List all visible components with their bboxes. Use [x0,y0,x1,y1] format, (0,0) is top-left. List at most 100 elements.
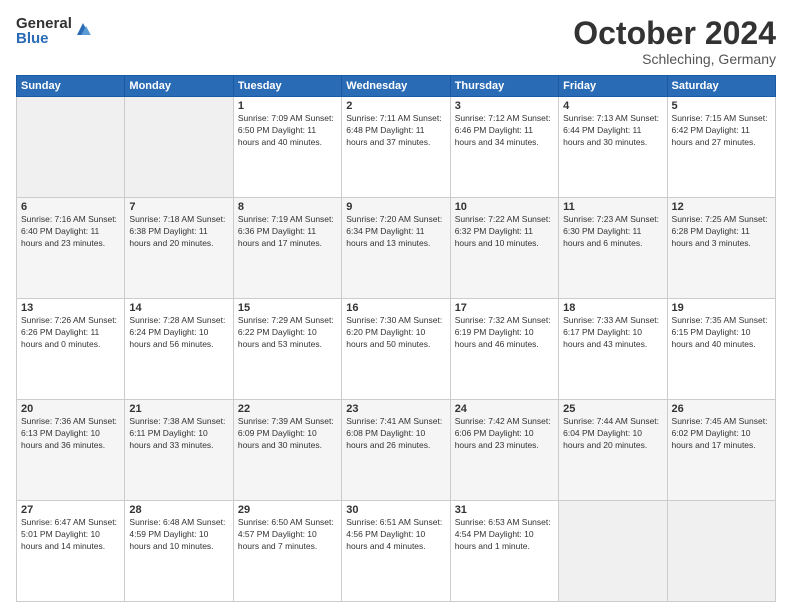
table-row: 7Sunrise: 7:18 AM Sunset: 6:38 PM Daylig… [125,198,233,299]
day-number: 21 [129,403,228,415]
table-row: 14Sunrise: 7:28 AM Sunset: 6:24 PM Dayli… [125,299,233,400]
table-row: 15Sunrise: 7:29 AM Sunset: 6:22 PM Dayli… [233,299,341,400]
col-saturday: Saturday [667,76,775,97]
day-number: 25 [563,403,662,415]
table-row: 12Sunrise: 7:25 AM Sunset: 6:28 PM Dayli… [667,198,775,299]
day-number: 2 [346,100,445,112]
day-number: 31 [455,504,554,516]
day-info: Sunrise: 7:33 AM Sunset: 6:17 PM Dayligh… [563,315,662,351]
table-row: 13Sunrise: 7:26 AM Sunset: 6:26 PM Dayli… [17,299,125,400]
day-number: 23 [346,403,445,415]
table-row: 4Sunrise: 7:13 AM Sunset: 6:44 PM Daylig… [559,97,667,198]
calendar-week-row: 27Sunrise: 6:47 AM Sunset: 5:01 PM Dayli… [17,501,776,602]
calendar-week-row: 6Sunrise: 7:16 AM Sunset: 6:40 PM Daylig… [17,198,776,299]
day-info: Sunrise: 6:48 AM Sunset: 4:59 PM Dayligh… [129,517,228,553]
day-number: 4 [563,100,662,112]
table-row: 27Sunrise: 6:47 AM Sunset: 5:01 PM Dayli… [17,501,125,602]
day-info: Sunrise: 6:50 AM Sunset: 4:57 PM Dayligh… [238,517,337,553]
page: General Blue October 2024 Schleching, Ge… [0,0,792,612]
col-tuesday: Tuesday [233,76,341,97]
col-wednesday: Wednesday [342,76,450,97]
table-row [17,97,125,198]
day-info: Sunrise: 6:47 AM Sunset: 5:01 PM Dayligh… [21,517,120,553]
calendar-week-row: 13Sunrise: 7:26 AM Sunset: 6:26 PM Dayli… [17,299,776,400]
day-info: Sunrise: 7:12 AM Sunset: 6:46 PM Dayligh… [455,113,554,149]
day-info: Sunrise: 7:45 AM Sunset: 6:02 PM Dayligh… [672,416,771,452]
table-row: 18Sunrise: 7:33 AM Sunset: 6:17 PM Dayli… [559,299,667,400]
month-title: October 2024 [573,16,776,51]
day-info: Sunrise: 6:51 AM Sunset: 4:56 PM Dayligh… [346,517,445,553]
day-number: 27 [21,504,120,516]
day-number: 24 [455,403,554,415]
day-info: Sunrise: 7:41 AM Sunset: 6:08 PM Dayligh… [346,416,445,452]
day-info: Sunrise: 7:23 AM Sunset: 6:30 PM Dayligh… [563,214,662,250]
table-row: 28Sunrise: 6:48 AM Sunset: 4:59 PM Dayli… [125,501,233,602]
day-info: Sunrise: 7:39 AM Sunset: 6:09 PM Dayligh… [238,416,337,452]
day-number: 11 [563,201,662,213]
table-row: 9Sunrise: 7:20 AM Sunset: 6:34 PM Daylig… [342,198,450,299]
table-row: 23Sunrise: 7:41 AM Sunset: 6:08 PM Dayli… [342,400,450,501]
col-sunday: Sunday [17,76,125,97]
day-number: 28 [129,504,228,516]
day-info: Sunrise: 7:29 AM Sunset: 6:22 PM Dayligh… [238,315,337,351]
calendar-header-row: Sunday Monday Tuesday Wednesday Thursday… [17,76,776,97]
table-row [667,501,775,602]
col-thursday: Thursday [450,76,558,97]
day-info: Sunrise: 7:26 AM Sunset: 6:26 PM Dayligh… [21,315,120,351]
day-number: 13 [21,302,120,314]
table-row: 26Sunrise: 7:45 AM Sunset: 6:02 PM Dayli… [667,400,775,501]
day-number: 18 [563,302,662,314]
table-row: 16Sunrise: 7:30 AM Sunset: 6:20 PM Dayli… [342,299,450,400]
table-row: 17Sunrise: 7:32 AM Sunset: 6:19 PM Dayli… [450,299,558,400]
logo-general: General [16,16,72,31]
calendar-table: Sunday Monday Tuesday Wednesday Thursday… [16,75,776,602]
day-info: Sunrise: 7:28 AM Sunset: 6:24 PM Dayligh… [129,315,228,351]
day-number: 16 [346,302,445,314]
day-number: 15 [238,302,337,314]
table-row: 8Sunrise: 7:19 AM Sunset: 6:36 PM Daylig… [233,198,341,299]
table-row: 5Sunrise: 7:15 AM Sunset: 6:42 PM Daylig… [667,97,775,198]
logo-icon [74,20,92,38]
day-number: 8 [238,201,337,213]
day-info: Sunrise: 7:13 AM Sunset: 6:44 PM Dayligh… [563,113,662,149]
day-number: 26 [672,403,771,415]
day-info: Sunrise: 7:16 AM Sunset: 6:40 PM Dayligh… [21,214,120,250]
day-info: Sunrise: 7:15 AM Sunset: 6:42 PM Dayligh… [672,113,771,149]
day-number: 3 [455,100,554,112]
table-row: 20Sunrise: 7:36 AM Sunset: 6:13 PM Dayli… [17,400,125,501]
day-info: Sunrise: 7:09 AM Sunset: 6:50 PM Dayligh… [238,113,337,149]
table-row: 31Sunrise: 6:53 AM Sunset: 4:54 PM Dayli… [450,501,558,602]
day-info: Sunrise: 7:44 AM Sunset: 6:04 PM Dayligh… [563,416,662,452]
table-row: 24Sunrise: 7:42 AM Sunset: 6:06 PM Dayli… [450,400,558,501]
day-info: Sunrise: 7:22 AM Sunset: 6:32 PM Dayligh… [455,214,554,250]
col-friday: Friday [559,76,667,97]
title-block: October 2024 Schleching, Germany [573,16,776,67]
day-number: 9 [346,201,445,213]
logo: General Blue [16,16,92,46]
day-info: Sunrise: 6:53 AM Sunset: 4:54 PM Dayligh… [455,517,554,553]
table-row: 3Sunrise: 7:12 AM Sunset: 6:46 PM Daylig… [450,97,558,198]
day-info: Sunrise: 7:42 AM Sunset: 6:06 PM Dayligh… [455,416,554,452]
table-row: 29Sunrise: 6:50 AM Sunset: 4:57 PM Dayli… [233,501,341,602]
table-row: 22Sunrise: 7:39 AM Sunset: 6:09 PM Dayli… [233,400,341,501]
location: Schleching, Germany [573,51,776,67]
table-row: 21Sunrise: 7:38 AM Sunset: 6:11 PM Dayli… [125,400,233,501]
day-info: Sunrise: 7:19 AM Sunset: 6:36 PM Dayligh… [238,214,337,250]
table-row: 25Sunrise: 7:44 AM Sunset: 6:04 PM Dayli… [559,400,667,501]
day-info: Sunrise: 7:30 AM Sunset: 6:20 PM Dayligh… [346,315,445,351]
day-number: 12 [672,201,771,213]
day-number: 6 [21,201,120,213]
day-info: Sunrise: 7:38 AM Sunset: 6:11 PM Dayligh… [129,416,228,452]
calendar-week-row: 20Sunrise: 7:36 AM Sunset: 6:13 PM Dayli… [17,400,776,501]
table-row [559,501,667,602]
day-number: 22 [238,403,337,415]
col-monday: Monday [125,76,233,97]
table-row: 6Sunrise: 7:16 AM Sunset: 6:40 PM Daylig… [17,198,125,299]
day-number: 10 [455,201,554,213]
day-info: Sunrise: 7:11 AM Sunset: 6:48 PM Dayligh… [346,113,445,149]
day-number: 14 [129,302,228,314]
table-row: 1Sunrise: 7:09 AM Sunset: 6:50 PM Daylig… [233,97,341,198]
day-info: Sunrise: 7:20 AM Sunset: 6:34 PM Dayligh… [346,214,445,250]
day-number: 1 [238,100,337,112]
day-number: 5 [672,100,771,112]
